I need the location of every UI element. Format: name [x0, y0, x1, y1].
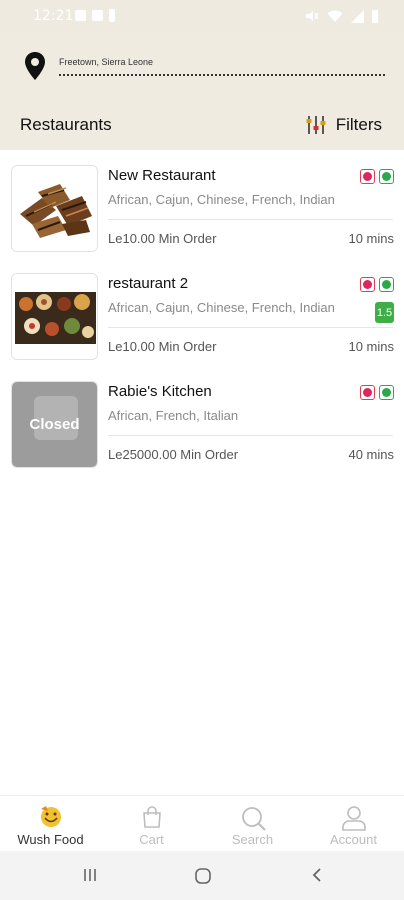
wifi-icon	[327, 10, 343, 22]
nav-account[interactable]: Account	[303, 796, 404, 852]
filters-icon	[306, 116, 326, 134]
food-type-indicators	[360, 385, 394, 400]
min-order: Le10.00 Min Order	[108, 231, 217, 246]
status-bar: 12:21	[0, 0, 404, 32]
restaurant-card[interactable]: restaurant 2 1.5 African, Cajun, Chinese…	[0, 258, 404, 366]
status-time: 12:21	[33, 8, 74, 24]
system-nav-bar	[0, 851, 404, 900]
card-divider	[108, 219, 393, 220]
account-icon	[341, 806, 366, 831]
nav-label: Wush Food	[17, 832, 84, 847]
restaurant-image	[11, 165, 98, 252]
signal-icon	[351, 9, 364, 23]
notification-icon	[109, 9, 115, 22]
non-veg-icon	[360, 169, 375, 184]
delivery-time: 10 mins	[348, 231, 394, 246]
system-status-icons	[305, 9, 378, 23]
search-icon	[241, 807, 266, 831]
min-order: Le25000.00 Min Order	[108, 447, 239, 462]
back-icon[interactable]	[310, 867, 324, 883]
restaurant-image	[11, 273, 98, 360]
nav-label: Account	[330, 832, 377, 847]
non-veg-icon	[360, 385, 375, 400]
nav-cart[interactable]: Cart	[101, 796, 202, 852]
restaurant-cuisines: African, French, Italian	[108, 408, 239, 423]
restaurant-name: New Restaurant	[108, 167, 216, 184]
location-underline	[59, 74, 385, 76]
nav-wush-food[interactable]: Wush Food	[0, 796, 101, 852]
restaurant-image: Closed	[11, 381, 98, 468]
delivery-time: 40 mins	[348, 447, 394, 462]
restaurant-name: restaurant 2	[108, 275, 189, 292]
recent-apps-icon[interactable]	[82, 867, 98, 883]
veg-icon	[379, 277, 394, 292]
food-spread-image	[12, 274, 97, 359]
cart-icon	[142, 806, 161, 828]
nav-label: Search	[231, 832, 274, 847]
home-icon[interactable]	[194, 867, 212, 885]
food-type-indicators	[360, 169, 394, 184]
closed-label: Closed	[29, 416, 80, 433]
notification-icon	[75, 10, 86, 21]
food-type-indicators	[360, 277, 394, 292]
card-divider	[108, 435, 393, 436]
filters-label: Filters	[335, 115, 382, 134]
header: Freetown, Sierra Leone Restaurants Filte…	[0, 32, 404, 150]
min-order: Le10.00 Min Order	[108, 339, 217, 354]
restaurant-name: Rabie's Kitchen	[108, 383, 212, 400]
section-title: Restaurants	[20, 115, 112, 134]
location-pin-icon[interactable]	[23, 51, 47, 81]
rating-badge: 1.5	[375, 302, 394, 323]
mute-icon	[306, 11, 319, 21]
restaurant-card[interactable]: New Restaurant African, Cajun, Chinese, …	[0, 150, 404, 258]
bottom-nav: Wush Food Cart Search Account	[0, 795, 404, 851]
restaurant-cuisines: African, Cajun, Chinese, French, Indian	[108, 192, 335, 207]
battery-icon	[372, 9, 378, 23]
nav-label: Cart	[139, 832, 164, 847]
restaurant-list: New Restaurant African, Cajun, Chinese, …	[0, 150, 404, 474]
location-text[interactable]: Freetown, Sierra Leone	[59, 57, 153, 67]
restaurant-card[interactable]: Closed Rabie's Kitchen African, French, …	[0, 366, 404, 474]
filters-button[interactable]: Filters	[306, 114, 382, 136]
non-veg-icon	[360, 277, 375, 292]
card-divider	[108, 327, 393, 328]
wush-food-icon	[40, 806, 61, 827]
closed-overlay: Closed	[12, 382, 97, 467]
notification-icon	[92, 10, 103, 21]
veg-icon	[379, 385, 394, 400]
notification-icons	[75, 9, 115, 22]
grilled-meat-image	[12, 166, 97, 251]
delivery-time: 10 mins	[348, 339, 394, 354]
nav-search[interactable]: Search	[202, 796, 303, 852]
restaurant-cuisines: African, Cajun, Chinese, French, Indian	[108, 300, 335, 315]
veg-icon	[379, 169, 394, 184]
